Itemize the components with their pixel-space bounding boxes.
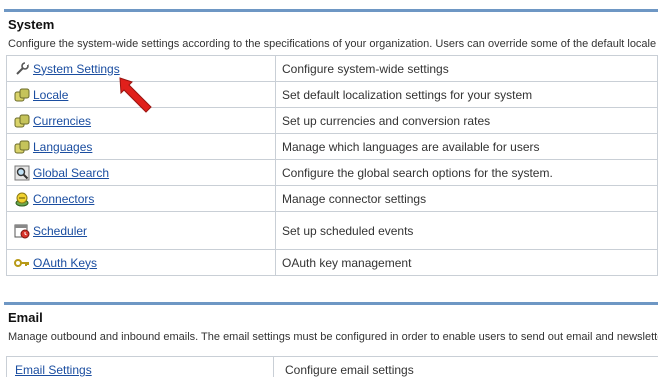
languages-link[interactable]: Languages xyxy=(33,140,92,154)
locale-link[interactable]: Locale xyxy=(33,88,68,102)
table-row: Email Settings Configure email settings xyxy=(6,356,658,377)
locale-icon xyxy=(14,88,30,101)
system-panel: System Configure the system-wide setting… xyxy=(4,9,658,276)
row-description: Set up currencies and conversion rates xyxy=(275,107,658,134)
key-icon xyxy=(14,258,29,267)
table-row: Scheduler Set up scheduled events xyxy=(6,211,658,250)
wrench-icon xyxy=(16,61,29,75)
table-row: Global Search Configure the global searc… xyxy=(6,159,658,186)
languages-icon xyxy=(14,140,30,153)
connectors-icon xyxy=(15,192,29,206)
system-settings-table: System Settings Configure system-wide se… xyxy=(6,55,658,276)
global-search-link[interactable]: Global Search xyxy=(33,166,109,180)
scheduler-icon xyxy=(14,224,30,238)
table-row: System Settings Configure system-wide se… xyxy=(6,55,658,82)
connectors-link[interactable]: Connectors xyxy=(33,192,94,206)
oauth-keys-link[interactable]: OAuth Keys xyxy=(33,256,97,270)
row-description: Configure email settings xyxy=(285,363,414,377)
row-description: Configure the global search options for … xyxy=(275,159,658,186)
system-panel-description: Configure the system-wide settings accor… xyxy=(8,38,658,50)
system-panel-title: System xyxy=(8,17,55,32)
scheduler-link[interactable]: Scheduler xyxy=(33,224,87,238)
row-description: Manage which languages are available for… xyxy=(275,133,658,160)
row-description: OAuth key management xyxy=(275,249,658,276)
table-row: OAuth Keys OAuth key management xyxy=(6,249,658,276)
email-panel-title: Email xyxy=(8,310,43,325)
row-description: Set default localization settings for yo… xyxy=(275,81,658,108)
currencies-link[interactable]: Currencies xyxy=(33,114,91,128)
table-row: Locale Set default localization settings… xyxy=(6,81,658,108)
table-row: Connectors Manage connector settings xyxy=(6,185,658,212)
red-arrow-annotation xyxy=(119,77,152,113)
row-description: Set up scheduled events xyxy=(275,211,658,250)
email-panel: Email Manage outbound and inbound emails… xyxy=(4,302,658,348)
row-description: Configure system-wide settings xyxy=(275,55,658,82)
global-search-icon xyxy=(14,165,30,180)
system-settings-link[interactable]: System Settings xyxy=(33,62,120,76)
column-divider xyxy=(273,357,274,377)
table-row: Currencies Set up currencies and convers… xyxy=(6,107,658,134)
row-description: Manage connector settings xyxy=(275,185,658,212)
currencies-icon xyxy=(14,114,30,127)
email-settings-link[interactable]: Email Settings xyxy=(15,363,92,377)
email-panel-description: Manage outbound and inbound emails. The … xyxy=(8,331,658,343)
table-row: Languages Manage which languages are ava… xyxy=(6,133,658,160)
